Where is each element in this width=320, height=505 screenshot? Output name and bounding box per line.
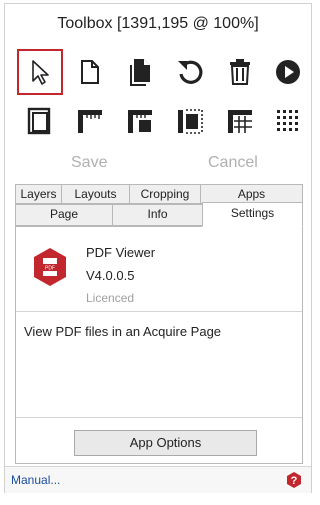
delete-button[interactable] [217, 49, 263, 95]
page-frame-icon [27, 107, 51, 135]
tab-cropping[interactable]: Cropping [129, 184, 201, 204]
ruler-corner-icon [78, 110, 102, 133]
svg-text:?: ? [291, 475, 298, 487]
tab-apps[interactable]: Apps [200, 184, 303, 204]
window-title: Toolbox [1391,195 @ 100%] [57, 15, 259, 32]
new-page-icon [81, 60, 99, 84]
dot-grid-button[interactable] [265, 98, 311, 144]
grid-lines-button[interactable] [217, 98, 263, 144]
grid-dashed-icon [178, 109, 203, 134]
play-button[interactable] [265, 49, 311, 95]
cancel-button[interactable]: Cancel [208, 154, 258, 172]
grid-lines-icon [228, 110, 252, 133]
save-button[interactable]: Save [71, 154, 107, 172]
copy-page-icon [130, 59, 150, 86]
app-license-status: Licenced [86, 291, 135, 305]
app-name: PDF Viewer [86, 245, 156, 260]
new-page-button[interactable] [67, 49, 113, 95]
undo-icon [178, 60, 203, 84]
tab-info[interactable]: Info [112, 204, 203, 226]
play-icon [276, 60, 300, 84]
delete-icon [230, 59, 250, 85]
grid-dashed-button[interactable] [167, 98, 213, 144]
page-frame-button[interactable] [17, 98, 63, 144]
select-tool-button[interactable] [17, 49, 63, 95]
help-icon[interactable]: ? [286, 471, 302, 489]
split-layout-icon [128, 110, 152, 133]
cursor-icon [32, 60, 49, 85]
tab-settings[interactable]: Settings [202, 202, 303, 227]
dot-grid-icon [277, 110, 298, 131]
svg-text:PDF: PDF [45, 266, 55, 272]
toolbox-window: Toolbox [1391,195 @ 100%] Save Cancel La… [4, 3, 312, 493]
settings-panel: PDF PDF Viewer V4.0.0.5 Licenced View PD… [15, 226, 303, 464]
divider [16, 417, 302, 418]
split-layout-button[interactable] [117, 98, 163, 144]
tab-layers[interactable]: Layers [15, 184, 62, 204]
tab-layouts[interactable]: Layouts [61, 184, 130, 204]
pdf-hexagon-icon: PDF [34, 248, 66, 286]
tab-page[interactable]: Page [15, 204, 113, 226]
undo-button[interactable] [167, 49, 213, 95]
footer: Manual... ? [5, 466, 311, 493]
app-description: View PDF files in an Acquire Page [24, 324, 222, 339]
app-version: V4.0.0.5 [86, 268, 135, 283]
manual-link[interactable]: Manual... [11, 473, 60, 487]
divider [16, 311, 302, 312]
ruler-corner-button[interactable] [67, 98, 113, 144]
app-options-button[interactable]: App Options [74, 430, 257, 456]
copy-page-button[interactable] [117, 49, 163, 95]
